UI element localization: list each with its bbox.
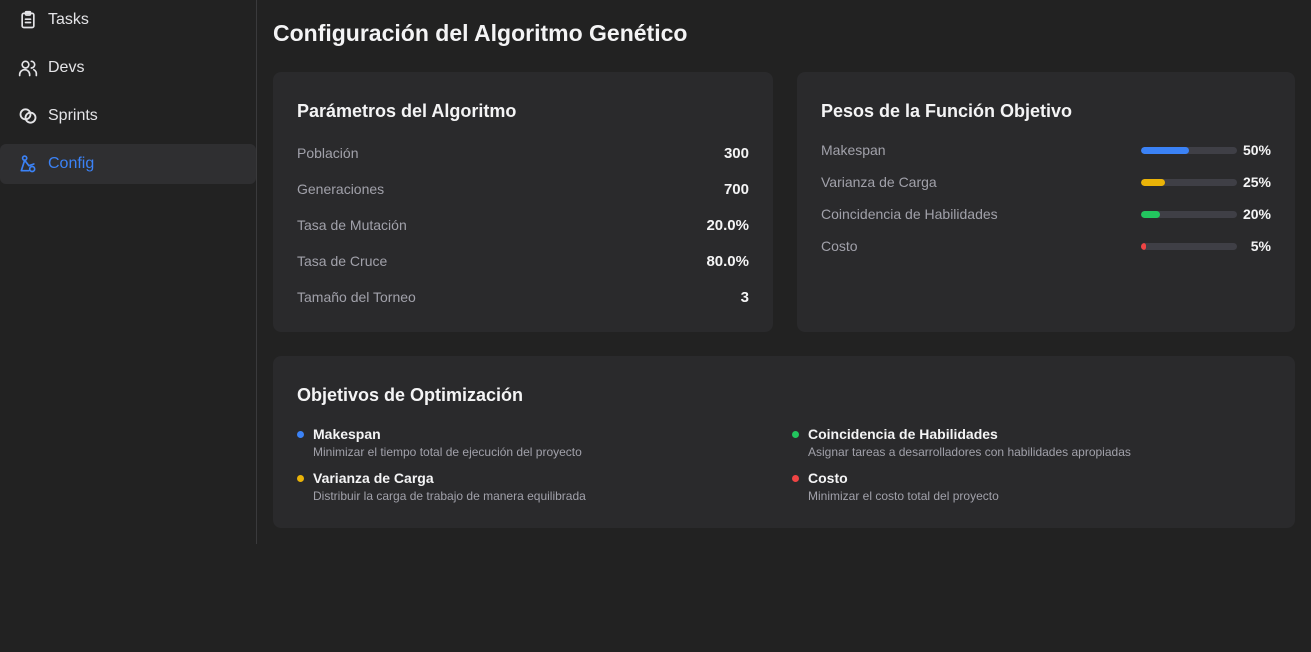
param-value: 80.0%	[706, 252, 749, 270]
sidebar-item-sprints[interactable]: Sprints	[0, 96, 256, 136]
objective-description: Distribuir la carga de trabajo de manera…	[313, 489, 586, 503]
weight-row-costo: Costo 5%	[821, 236, 1271, 256]
param-row-tamano-torneo: Tamaño del Torneo 3	[297, 285, 749, 309]
weight-bar-fill	[1141, 210, 1161, 218]
weights-card: Pesos de la Función Objetivo Makespan 50…	[797, 72, 1295, 332]
param-label: Generaciones	[297, 181, 385, 197]
param-row-generaciones: Generaciones 700	[297, 177, 749, 201]
param-value: 300	[723, 144, 749, 162]
objective-dot	[297, 431, 304, 438]
objectives-card: Objetivos de Optimización Makespan Minim…	[273, 356, 1295, 528]
param-value: 20.0%	[706, 216, 749, 234]
sidebar-item-tasks[interactable]: Tasks	[0, 0, 256, 40]
objective-name: Makespan	[313, 426, 381, 442]
clipboard-icon	[18, 10, 48, 30]
weight-percent: 50%	[1242, 142, 1271, 158]
weight-bar	[1141, 146, 1237, 154]
param-row-tasa-cruce: Tasa de Cruce 80.0%	[297, 249, 749, 273]
parameters-card: Parámetros del Algoritmo Población 300 G…	[273, 72, 773, 332]
weights-title: Pesos de la Función Objetivo	[821, 101, 1073, 121]
weight-bar-fill	[1141, 178, 1165, 186]
weight-label: Coincidencia de Habilidades	[821, 206, 998, 222]
param-value: 700	[723, 180, 749, 198]
users-icon	[18, 58, 48, 78]
param-label: Tamaño del Torneo	[297, 289, 416, 305]
weight-bar-fill	[1141, 242, 1146, 250]
weight-row-varianza: Varianza de Carga 25%	[821, 172, 1271, 192]
objective-description: Minimizar el costo total del proyecto	[808, 489, 999, 503]
weight-percent: 25%	[1242, 174, 1271, 190]
weight-percent: 20%	[1242, 206, 1271, 222]
weight-row-makespan: Makespan 50%	[821, 140, 1271, 160]
sidebar-item-label: Config	[48, 155, 95, 172]
config-icon	[18, 154, 48, 174]
param-label: Población	[297, 145, 359, 161]
weight-percent: 5%	[1250, 238, 1271, 254]
weight-row-coincidencia: Coincidencia de Habilidades 20%	[821, 204, 1271, 224]
weight-bar	[1141, 210, 1237, 218]
objective-description: Minimizar el tiempo total de ejecución d…	[313, 445, 582, 459]
sidebar-item-config[interactable]: Config	[0, 144, 256, 184]
sidebar: Tasks Devs Sprints Config	[0, 0, 257, 544]
weight-label: Varianza de Carga	[821, 174, 937, 190]
weight-bar	[1141, 178, 1237, 186]
objective-description: Asignar tareas a desarrolladores con hab…	[808, 445, 1131, 459]
link-rings-icon	[18, 106, 48, 126]
param-value: 3	[740, 288, 749, 306]
objective-dot	[297, 475, 304, 482]
objective-dot	[792, 475, 799, 482]
weight-bar	[1141, 242, 1237, 250]
objective-name: Coincidencia de Habilidades	[808, 426, 998, 442]
weight-bar-fill	[1141, 146, 1189, 154]
sidebar-item-label: Sprints	[48, 107, 98, 124]
sidebar-item-label: Tasks	[48, 11, 89, 28]
objective-name: Varianza de Carga	[313, 470, 434, 486]
page-title: Configuración del Algoritmo Genético	[273, 20, 688, 46]
sidebar-item-label: Devs	[48, 59, 85, 76]
weight-label: Costo	[821, 238, 858, 254]
objective-name: Costo	[808, 470, 848, 486]
param-label: Tasa de Cruce	[297, 253, 388, 269]
sidebar-item-devs[interactable]: Devs	[0, 48, 256, 88]
param-row-poblacion: Población 300	[297, 141, 749, 165]
objective-dot	[792, 431, 799, 438]
weight-label: Makespan	[821, 142, 886, 158]
param-label: Tasa de Mutación	[297, 217, 407, 233]
objectives-title: Objetivos de Optimización	[297, 385, 524, 405]
param-row-tasa-mutacion: Tasa de Mutación 20.0%	[297, 213, 749, 237]
parameters-title: Parámetros del Algoritmo	[297, 101, 517, 121]
